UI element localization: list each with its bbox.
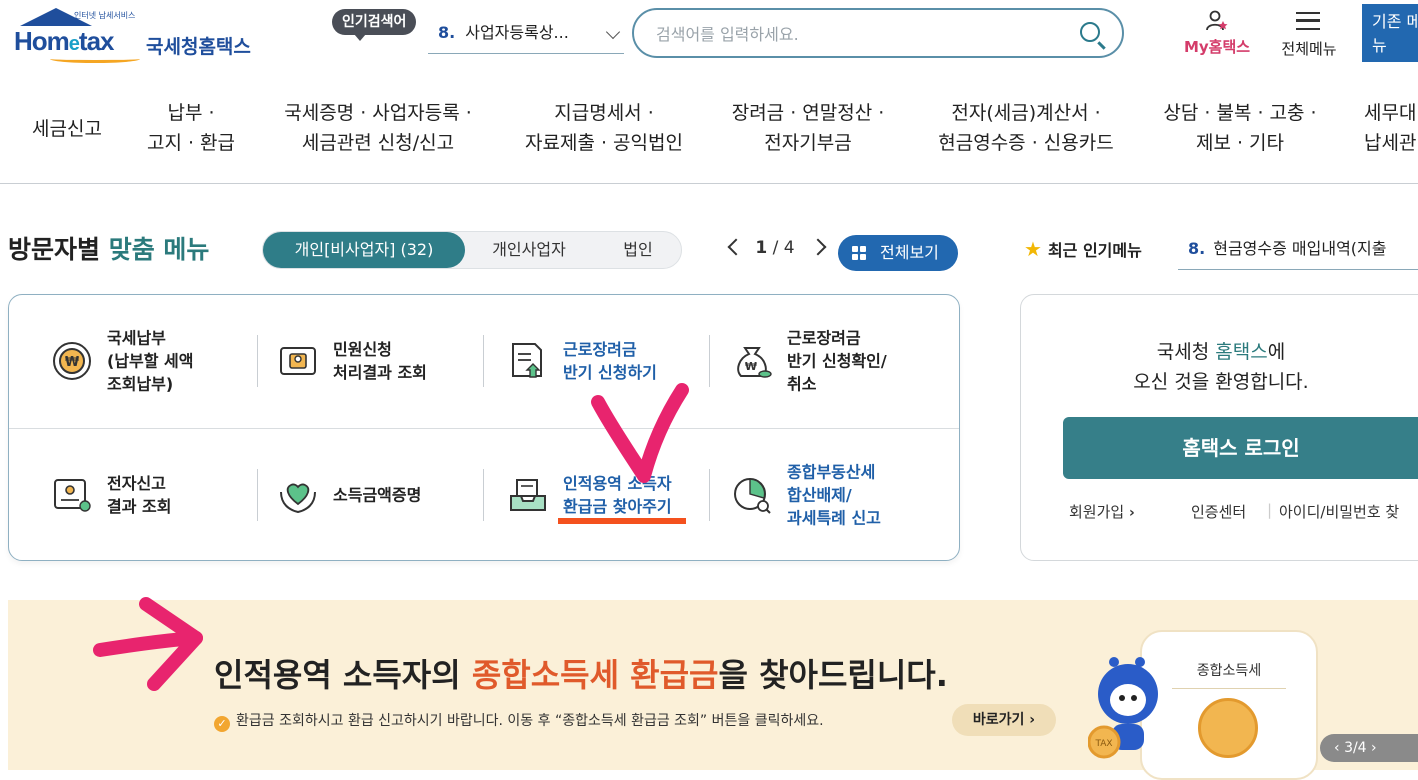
- tab-corporation[interactable]: 법인: [593, 232, 683, 268]
- chevron-down-icon: [605, 24, 621, 40]
- menu-item-e-filing-result[interactable]: 전자신고 결과 조회: [51, 445, 271, 545]
- search-icon[interactable]: [1080, 22, 1100, 42]
- heart-hands-icon: [280, 483, 316, 514]
- chevron-right-icon[interactable]: [809, 238, 827, 256]
- check-icon: ✓: [214, 716, 230, 732]
- hometax-logo[interactable]: 인터넷 납세서비스 Hometax 국세청홈택스: [10, 8, 260, 68]
- popular-search-select[interactable]: 8. 사업자등록상...: [428, 18, 624, 54]
- svg-text:₩: ₩: [745, 360, 757, 373]
- pager-total: 4: [783, 238, 795, 258]
- tab-individual-nonbusiness[interactable]: 개인[비사업자] (32): [263, 232, 465, 268]
- tab-individual-business[interactable]: 개인사업자: [469, 232, 589, 268]
- gnb-consulting[interactable]: 상담 · 불복 · 고충 · 제보 · 기타: [1150, 98, 1330, 158]
- banner-pager[interactable]: ‹ 3/4 ›: [1320, 734, 1418, 762]
- menu-item-comprehensive-property-tax[interactable]: 종합부동산세 합산배제/ 과세특례 신고: [731, 445, 951, 545]
- annotation-arrow-right: [93, 597, 203, 691]
- logo-swoosh: [50, 55, 140, 63]
- menu-item-label: 국세납부 (납부할 세액 조회납부): [107, 328, 194, 394]
- popular-search-term: 사업자등록상...: [465, 23, 569, 42]
- gnb-tax-filing[interactable]: 세금신고: [26, 114, 108, 144]
- popular-search-rank: 8.: [438, 23, 456, 42]
- money-bag-icon: ₩: [737, 347, 772, 378]
- logo-brand: Hometax: [14, 26, 114, 56]
- menu-item-earned-income-confirm[interactable]: ₩ 근로장려금 반기 신청확인/ 취소: [731, 311, 951, 411]
- search-input[interactable]: [656, 22, 1056, 46]
- my-hometax-button[interactable]: My홈택스: [1172, 8, 1262, 62]
- hamburger-icon: [1296, 12, 1320, 30]
- all-menu-label: 전체메뉴: [1281, 40, 1337, 58]
- divider: [483, 469, 484, 521]
- divider: [483, 335, 484, 387]
- banner-subtext: ✓ 환급금 조회하시고 환급 신고하시기 바랍니다. 이동 후 “종합소득세 환급…: [214, 710, 824, 732]
- annotation-arrow-down: [591, 383, 689, 483]
- coin-illustration: [1198, 698, 1258, 758]
- divider: [257, 469, 258, 521]
- global-nav: 세금신고 납부 · 고지 · 환급 국세증명 · 사업자등록 · 세금관련 신청…: [0, 84, 1418, 184]
- go-button[interactable]: 바로가기 ›: [952, 704, 1056, 736]
- recent-popular-term: 현금영수증 매입내역(지출: [1213, 239, 1387, 258]
- menu-item-label: 민원신청 처리결과 조회: [333, 340, 427, 382]
- banner-headline: 인적용역 소득자의 종합소득세 환급금을 찾아드립니다.: [214, 656, 948, 694]
- menu-item-income-certificate[interactable]: 소득금액증명: [277, 445, 497, 545]
- menu-item-civil-petition-result[interactable]: 민원신청 처리결과 조회: [277, 311, 497, 411]
- my-hometax-label: My홈택스: [1183, 38, 1251, 56]
- coin-label: TAX: [1094, 739, 1112, 749]
- find-id-password-link[interactable]: 아이디/비밀번호 찾: [1279, 501, 1399, 522]
- promo-banner[interactable]: 인적용역 소득자의 종합소득세 환급금을 찾아드립니다. ✓ 환급금 조회하시고 …: [8, 600, 1418, 780]
- svg-text:₩: ₩: [65, 355, 80, 370]
- gnb-e-invoice[interactable]: 전자(세금)계산서 · 현금영수증 · 신용카드: [926, 98, 1126, 158]
- menu-item-label: 근로장려금 반기 신청하기: [563, 340, 657, 382]
- cert-center-link[interactable]: 인증센터: [1191, 501, 1246, 522]
- mascot-illustration: TAX: [1088, 657, 1158, 759]
- recent-popular-label: ★ 최근 인기메뉴: [1024, 237, 1142, 261]
- menu-pager: 1 / 4: [727, 238, 827, 258]
- menu-item-national-tax-payment[interactable]: ₩ 국세납부 (납부할 세액 조회납부): [51, 311, 271, 411]
- annotation-underline: [558, 518, 686, 524]
- legacy-menu-button[interactable]: 기존 메뉴: [1362, 4, 1418, 62]
- view-all-button[interactable]: 전체보기: [838, 235, 958, 271]
- certificate-icon: [54, 479, 91, 512]
- menu-item-label: 종합부동산세 합산배제/ 과세특례 신고: [787, 462, 881, 528]
- divider: [709, 469, 710, 521]
- recent-popular-select[interactable]: 8. 현금영수증 매입내역(지출: [1178, 232, 1418, 270]
- form-upload-icon: [512, 343, 542, 378]
- pager-separator: /: [767, 238, 784, 258]
- link-separator: |: [1267, 501, 1273, 519]
- pie-search-icon: [734, 478, 771, 514]
- tray-document-icon: [510, 479, 546, 511]
- grid-icon: [852, 246, 868, 262]
- gnb-incentives[interactable]: 장려금 · 연말정산 · 전자기부금: [720, 98, 896, 158]
- welcome-message: 국세청 홈택스에 오신 것을 환영합니다.: [1133, 341, 1309, 393]
- star-icon: ★: [1024, 237, 1042, 261]
- pager-current: 1: [755, 238, 768, 258]
- phone-title: 종합소득세: [1196, 663, 1262, 679]
- custom-menu-card: ₩ 국세납부 (납부할 세액 조회납부) 민원신청 처리결과 조회 근로장려금 …: [8, 294, 960, 561]
- signup-link[interactable]: 회원가입 ›: [1069, 501, 1135, 522]
- menu-item-label: 전자신고 결과 조회: [107, 474, 172, 516]
- chevron-left-icon[interactable]: [727, 238, 745, 256]
- login-button[interactable]: 홈택스 로그인: [1063, 417, 1418, 479]
- divider: [709, 335, 710, 387]
- section-title: 방문자별 맞춤 메뉴: [8, 235, 210, 264]
- recent-popular-rank: 8.: [1188, 239, 1206, 258]
- logo-korean-name: 국세청홈택스: [146, 36, 251, 58]
- visitor-tabs: 개인[비사업자] (32) 개인사업자 법인: [262, 231, 682, 269]
- document-person-icon: [280, 347, 316, 375]
- gnb-certificates[interactable]: 국세증명 · 사업자등록 · 세금관련 신청/신고: [272, 98, 484, 158]
- popular-search-badge: 인기검색어: [332, 9, 417, 41]
- divider: [257, 335, 258, 387]
- gnb-payment[interactable]: 납부 · 고지 · 환급: [130, 98, 252, 158]
- all-menu-button[interactable]: 전체메뉴: [1268, 8, 1350, 62]
- menu-item-label: 소득금액증명: [333, 485, 422, 505]
- won-coin-icon: ₩: [53, 342, 91, 380]
- user-star-icon: [1206, 10, 1228, 31]
- gnb-payment-statements[interactable]: 지급명세서 · 자료제출 · 공익법인: [512, 98, 696, 158]
- menu-item-label: 근로장려금 반기 신청확인/ 취소: [787, 328, 887, 394]
- view-all-label: 전체보기: [880, 243, 939, 262]
- gnb-tax-agent[interactable]: 세무대리 납세관리: [1364, 98, 1418, 158]
- logo-tagline: 인터넷 납세서비스: [74, 11, 136, 20]
- search-box: [632, 8, 1124, 58]
- divider: [9, 428, 959, 429]
- login-card: 국세청 홈택스에 오신 것을 환영합니다. 홈택스 로그인 회원가입 › 인증센…: [1020, 294, 1418, 561]
